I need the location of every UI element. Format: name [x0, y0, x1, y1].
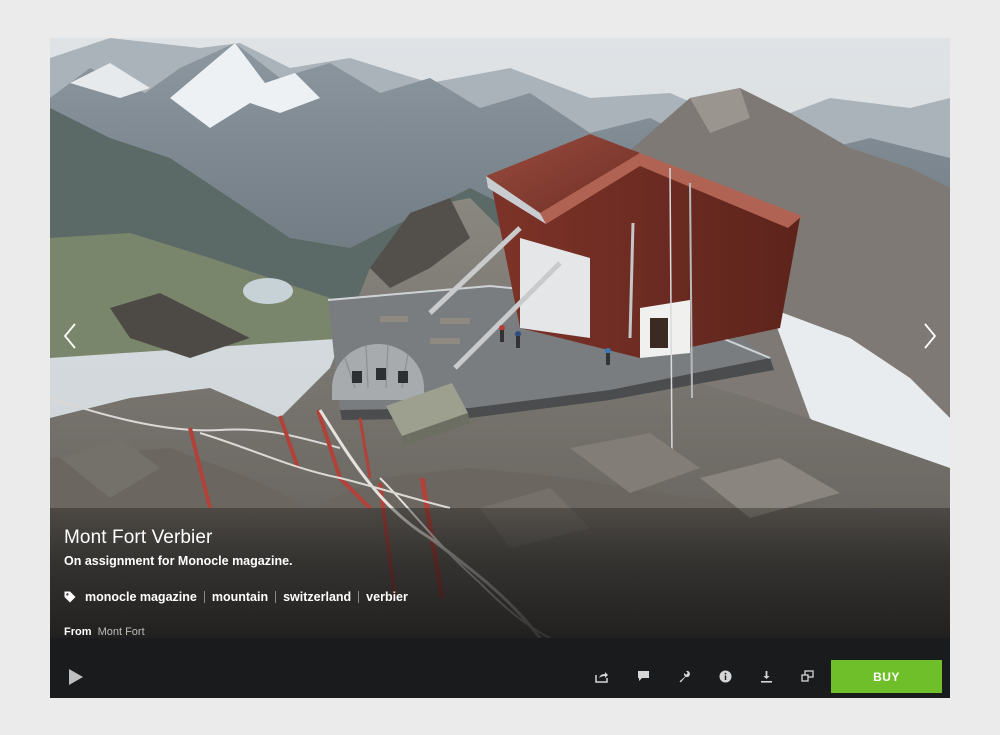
toolbar: BUY — [50, 638, 950, 698]
comment-icon — [637, 671, 649, 681]
tag-list: monocle magazine mountain switzerland ve… — [64, 590, 408, 604]
comment-button[interactable] — [634, 667, 652, 685]
from-label: From — [64, 626, 92, 638]
resize-button[interactable] — [798, 667, 816, 685]
gallery-link[interactable]: Mont Fort — [98, 626, 145, 638]
tag-icon — [64, 591, 76, 603]
photo-description: On assignment for Monocle magazine. — [64, 554, 293, 568]
photo-viewer: Mont Fort Verbier On assignment for Mono… — [50, 38, 950, 698]
info-button[interactable] — [716, 667, 734, 685]
buy-button[interactable]: BUY — [831, 660, 942, 693]
wrench-icon — [679, 670, 690, 682]
next-photo-button[interactable] — [912, 318, 948, 354]
slideshow-play-button[interactable] — [68, 668, 86, 686]
tag-link[interactable]: verbier — [366, 590, 408, 604]
chevron-left-icon — [63, 323, 76, 349]
photo-title: Mont Fort Verbier — [64, 527, 213, 548]
resize-icon — [800, 670, 814, 682]
play-icon — [69, 669, 83, 685]
share-button[interactable] — [593, 667, 611, 685]
photo[interactable]: Mont Fort Verbier On assignment for Mono… — [50, 38, 950, 638]
caption-panel: Mont Fort Verbier On assignment for Mono… — [50, 508, 950, 638]
tag-link[interactable]: switzerland — [283, 590, 351, 604]
previous-photo-button[interactable] — [52, 318, 88, 354]
chevron-right-icon — [924, 323, 937, 349]
tag-separator — [275, 591, 277, 603]
tag-separator — [203, 591, 205, 603]
info-icon — [719, 670, 731, 682]
share-icon — [595, 671, 608, 683]
tag-link[interactable]: mountain — [212, 590, 268, 604]
tag-separator — [358, 591, 360, 603]
tag-link[interactable]: monocle magazine — [85, 590, 197, 604]
download-button[interactable] — [757, 667, 775, 685]
download-icon — [760, 670, 772, 683]
tools-button[interactable] — [675, 667, 693, 685]
from-gallery: From Mont Fort — [64, 626, 145, 638]
